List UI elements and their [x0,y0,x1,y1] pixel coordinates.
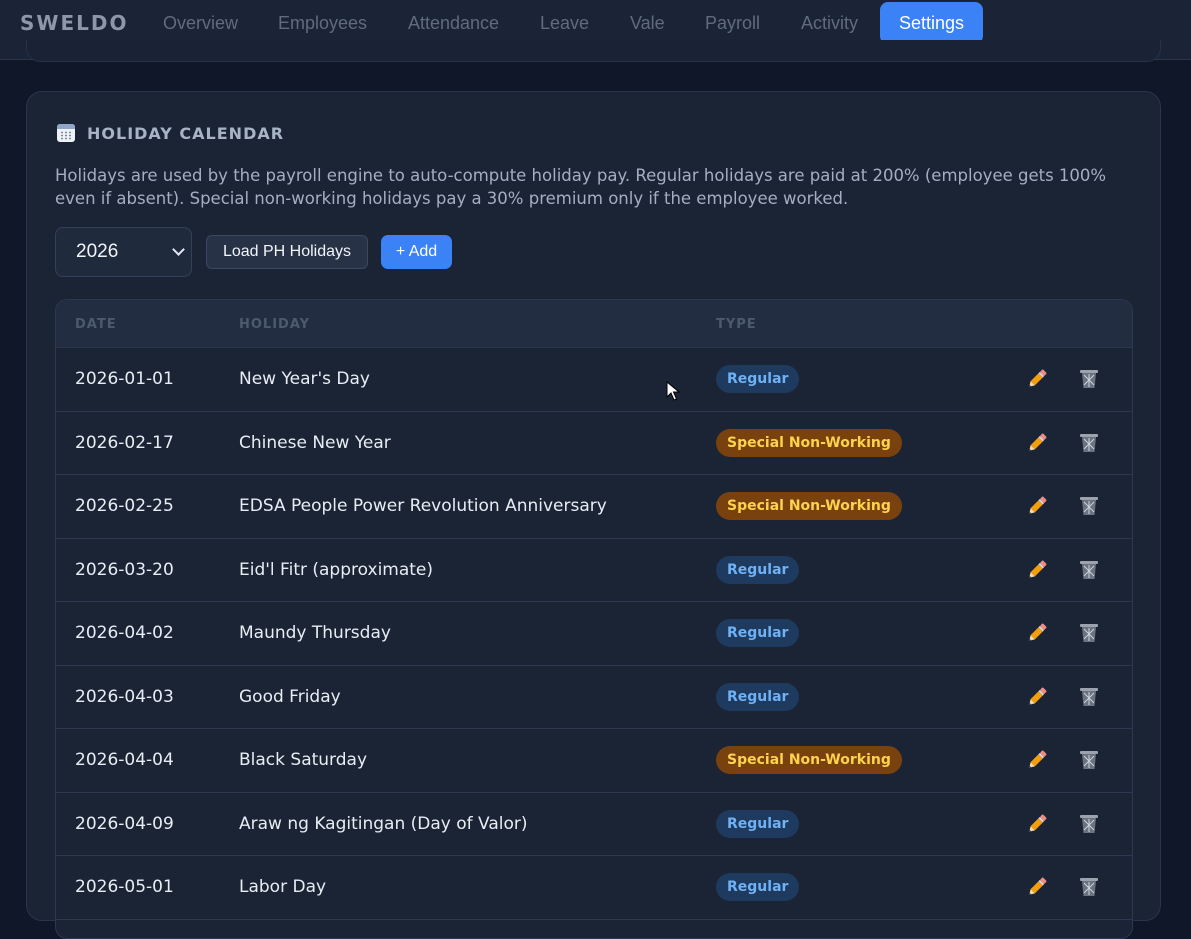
holiday-table: DATE HOLIDAY TYPE 2026-01-01 New Year's D… [55,299,1133,939]
column-header-type[interactable]: TYPE [716,317,757,332]
table-row: 2026-05-01 Labor Day Regular [56,856,1132,920]
pencil-icon[interactable] [1026,622,1048,644]
pencil-icon[interactable] [1026,368,1048,390]
tab-vale[interactable]: Vale [630,2,665,44]
holiday-name: Maundy Thursday [239,623,391,643]
table-row: 2026-01-01 New Year's Day Regular [56,348,1132,412]
holiday-date: 2026-04-09 [75,813,174,834]
holiday-type-badge: Regular [716,555,800,584]
trash-icon[interactable] [1078,368,1100,390]
pencil-icon[interactable] [1026,813,1048,835]
pencil-icon[interactable] [1026,876,1048,898]
pencil-icon[interactable] [1026,559,1048,581]
column-header-date[interactable]: DATE [75,317,117,332]
holiday-name: Araw ng Kagitingan (Day of Valor) [239,813,528,834]
holiday-type-badge: Special Non-Working [716,428,902,457]
table-header: DATE HOLIDAY TYPE [56,300,1132,348]
chevron-down-icon [172,243,185,256]
trash-icon[interactable] [1078,495,1100,517]
trash-icon[interactable] [1078,622,1100,644]
table-row: 2026-03-20 Eid'l Fitr (approximate) Regula… [56,539,1132,602]
table-row: 2026-04-03 Good Friday Regular [56,666,1132,729]
tab-overview[interactable]: Overview [163,2,238,44]
table-body: 2026-01-01 New Year's Day Regular 2026-02-1… [56,348,1132,920]
tab-attendance[interactable]: Attendance [408,2,499,44]
calendar-icon [57,124,75,142]
holiday-name: Chinese New Year [239,432,391,453]
app-brand: SWELDO [20,11,129,35]
holiday-date: 2026-01-01 [75,369,174,389]
trash-icon[interactable] [1078,876,1100,898]
column-header-holiday[interactable]: HOLIDAY [239,317,310,332]
holiday-type-badge: Special Non-Working [716,746,902,774]
pencil-icon[interactable] [1026,749,1048,771]
holiday-date: 2026-02-25 [75,496,174,516]
holiday-name: Labor Day [239,877,327,897]
holiday-name: Black Saturday [239,750,368,770]
holiday-date: 2026-04-02 [75,623,174,643]
holiday-name: New Year's Day [239,369,370,389]
holiday-date: 2026-02-17 [75,432,174,453]
trash-icon[interactable] [1078,749,1100,771]
pencil-icon[interactable] [1026,432,1048,454]
holiday-type-badge: Regular [716,682,800,711]
tab-settings[interactable]: Settings [880,2,984,44]
table-row: 2026-04-02 Maundy Thursday Regular [56,602,1132,666]
table-row: 2026-04-04 Black Saturday Special Non-Work… [56,729,1132,793]
tab-leave[interactable]: Leave [540,2,589,44]
card-title: HOLIDAY CALENDAR [87,123,285,143]
holiday-name: Good Friday [239,686,341,707]
holiday-date: 2026-03-20 [75,559,174,580]
trash-icon[interactable] [1078,813,1100,835]
card-header: HOLIDAY CALENDAR [57,122,284,144]
trash-icon[interactable] [1078,559,1100,581]
table-row: 2026-02-17 Chinese New Year Special Non-Wo… [56,412,1132,475]
year-select-value: 2026 [76,241,119,262]
tab-activity[interactable]: Activity [801,2,858,44]
mouse-cursor-icon [666,381,680,401]
add-holiday-button[interactable]: + Add [381,235,452,269]
holiday-type-badge: Special Non-Working [716,492,902,520]
tab-employees[interactable]: Employees [278,2,367,44]
holiday-calendar-card: HOLIDAY CALENDAR Holidays are used by th… [26,91,1161,939]
load-ph-holidays-button[interactable]: Load PH Holidays [206,235,368,269]
card-description: Holidays are used by the payroll engine … [55,166,1107,208]
holiday-date: 2026-04-03 [75,686,174,707]
table-row: 2026-02-25 EDSA People Power Revolution A… [56,475,1132,539]
holiday-type-badge: Regular [716,809,800,838]
holiday-type-badge: Regular [716,873,800,901]
trash-icon[interactable] [1078,686,1100,708]
table-row: 2026-04-09 Araw ng Kagitingan (Day of Val… [56,793,1132,856]
holiday-date: 2026-05-01 [75,877,174,897]
holiday-name: EDSA People Power Revolution Anniversary [239,496,607,516]
previous-card-edge [26,40,1161,62]
holiday-type-badge: Regular [716,619,800,647]
holiday-type-badge: Regular [716,365,800,393]
holiday-date: 2026-04-04 [75,750,174,770]
tab-payroll[interactable]: Payroll [705,2,760,44]
pencil-icon[interactable] [1026,686,1048,708]
pencil-icon[interactable] [1026,495,1048,517]
holiday-name: Eid'l Fitr (approximate) [239,559,434,580]
year-select[interactable]: 2026 [55,227,192,277]
trash-icon[interactable] [1078,432,1100,454]
